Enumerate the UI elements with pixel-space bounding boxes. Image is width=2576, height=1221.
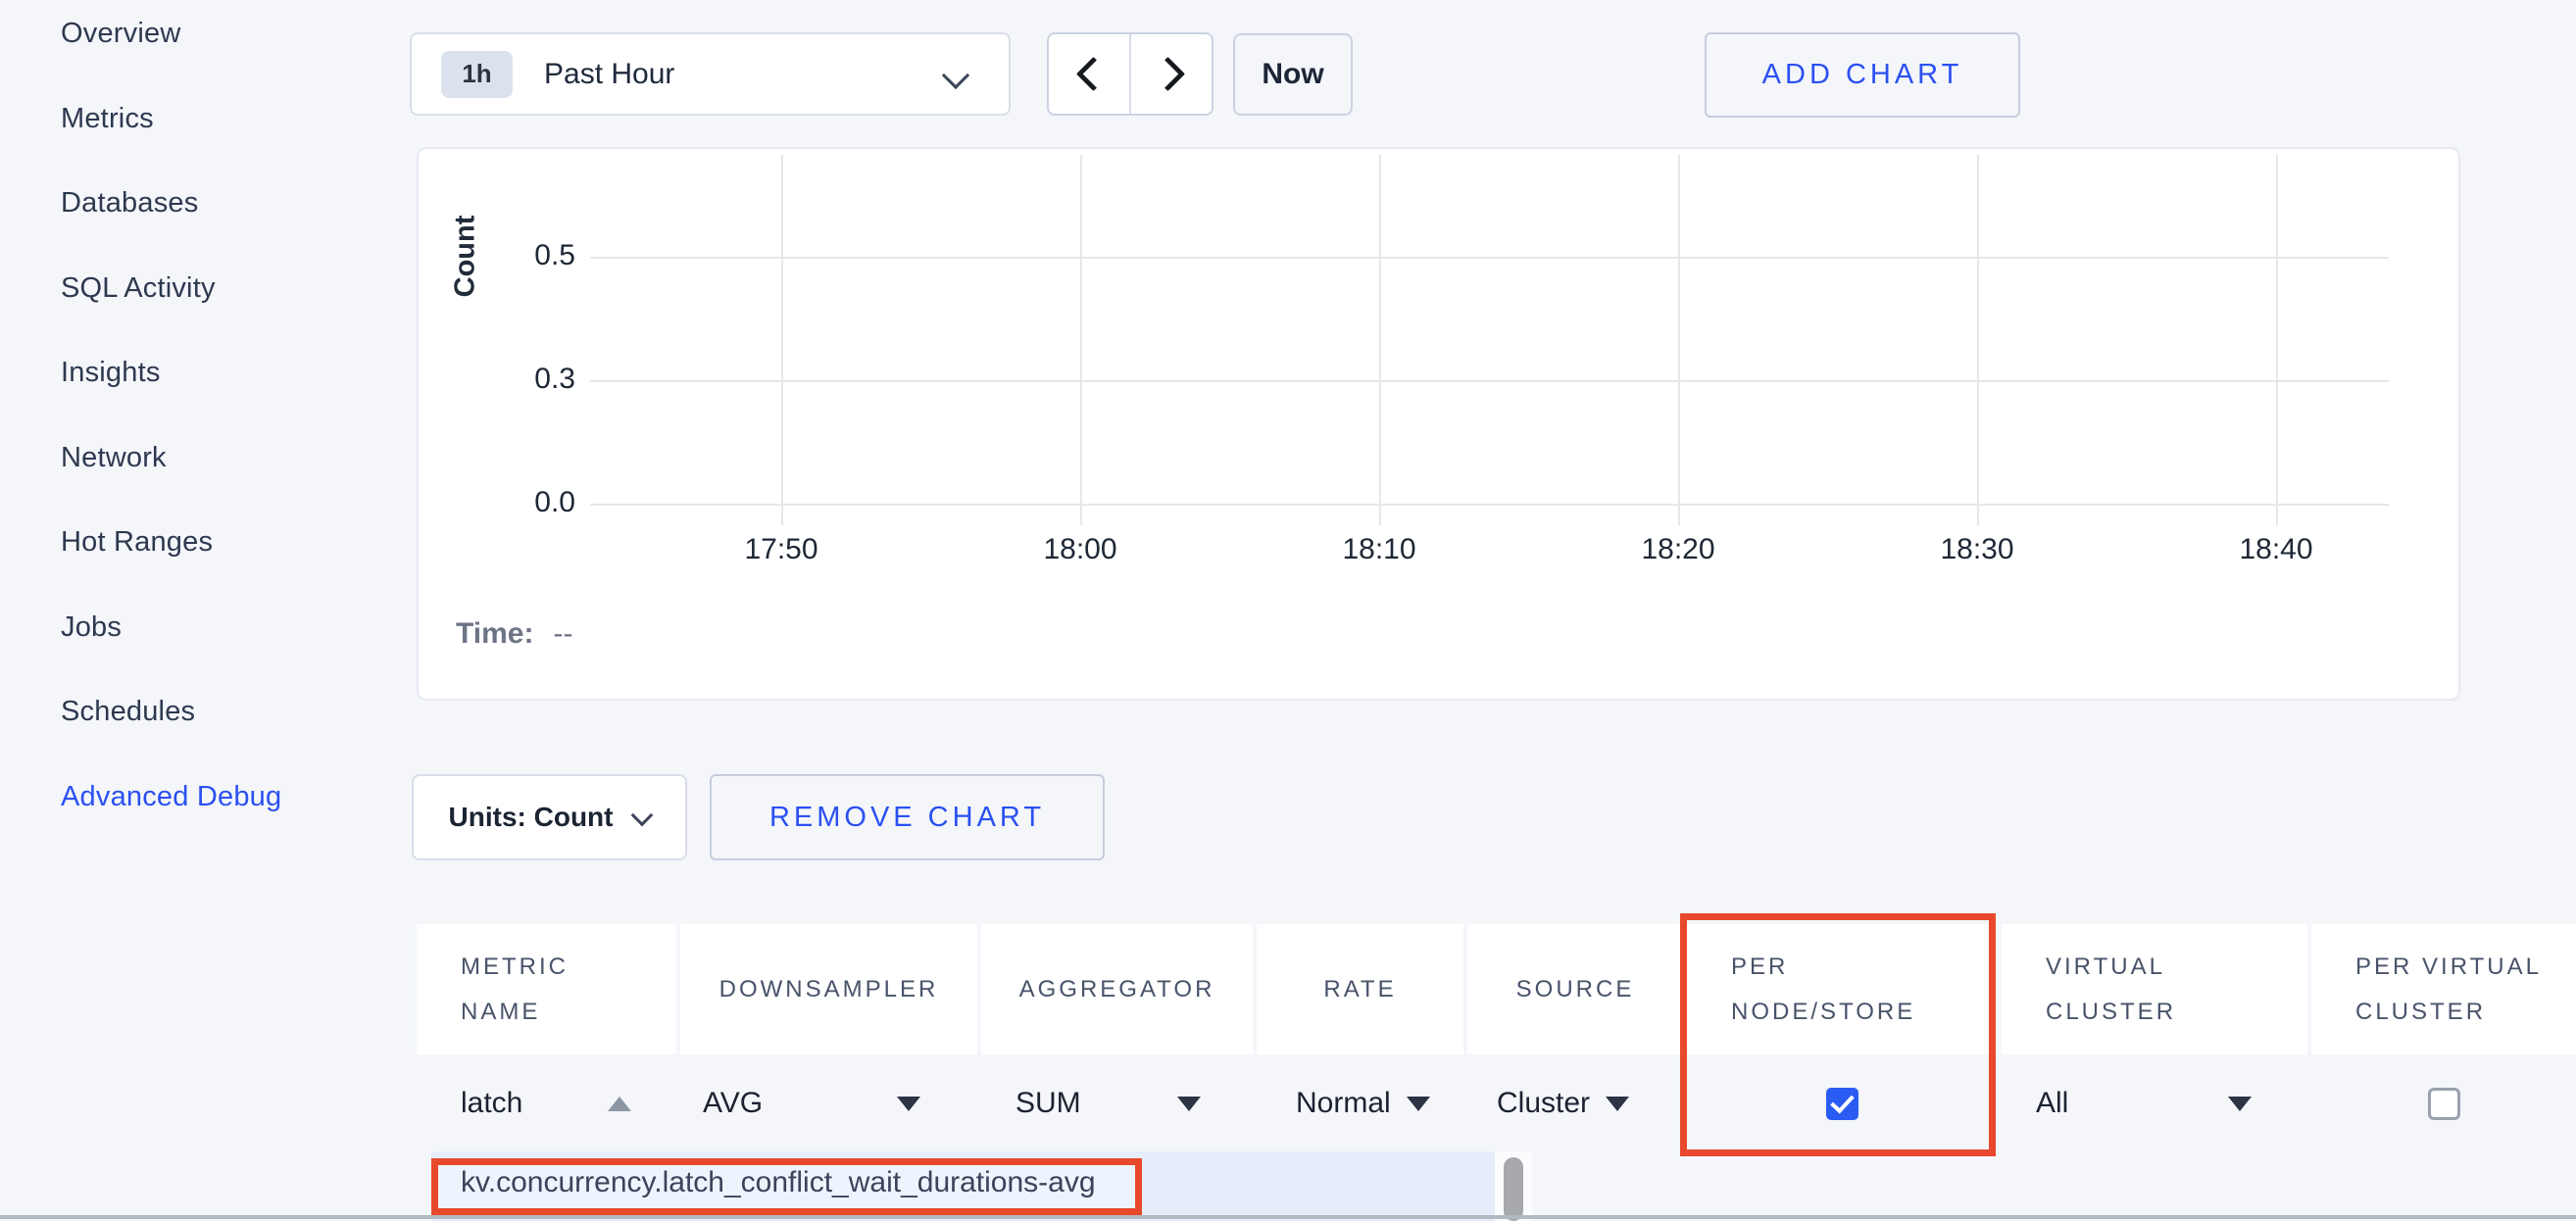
column-header-per-virtual-cluster: PER VIRTUAL CLUSTER bbox=[2311, 924, 2576, 1054]
y-tick: 0.3 bbox=[477, 363, 575, 396]
dropdown-scrollbar-track[interactable] bbox=[1495, 1151, 1532, 1221]
column-header-source: SOURCE bbox=[1467, 924, 1683, 1054]
time-label: Time: bbox=[456, 617, 533, 651]
rate-value: Normal bbox=[1296, 1087, 1391, 1120]
gridline bbox=[1977, 155, 1979, 525]
sidebar-item-databases[interactable]: Databases bbox=[61, 187, 198, 220]
metric-name-cell bbox=[417, 1054, 676, 1152]
sidebar-item-overview[interactable]: Overview bbox=[61, 18, 180, 50]
gridline bbox=[2276, 155, 2278, 525]
aggregator-select[interactable]: SUM bbox=[981, 1054, 1253, 1152]
dropdown-scrollbar-thumb[interactable] bbox=[1504, 1157, 1523, 1221]
triangle-down-icon bbox=[1177, 1097, 1201, 1111]
virtual-cluster-select[interactable]: All bbox=[2002, 1054, 2307, 1152]
prev-time-window-button[interactable] bbox=[1049, 34, 1131, 114]
gridline bbox=[1379, 155, 1381, 525]
metric-name-input[interactable] bbox=[461, 1087, 608, 1120]
triangle-down-icon bbox=[1407, 1097, 1430, 1111]
remove-chart-button[interactable]: REMOVE CHART bbox=[710, 774, 1105, 860]
x-tick: 18:40 bbox=[2207, 533, 2345, 566]
metric-suggestion-item[interactable]: kv.concurrency.latch_conflict_wait_durat… bbox=[461, 1166, 1096, 1199]
time-value: -- bbox=[553, 617, 572, 651]
aggregator-value: SUM bbox=[1016, 1087, 1081, 1120]
y-tick: 0.5 bbox=[477, 239, 575, 272]
time-range-selector[interactable]: 1h Past Hour bbox=[410, 32, 1011, 116]
hover-time-readout: Time: -- bbox=[456, 617, 572, 651]
x-tick: 18:30 bbox=[1908, 533, 2046, 566]
sidebar-item-insights[interactable]: Insights bbox=[61, 357, 161, 389]
column-header-metric-name: METRIC NAME bbox=[417, 924, 676, 1054]
sidebar-item-jobs[interactable]: Jobs bbox=[61, 611, 122, 644]
gridline bbox=[590, 380, 2389, 382]
next-time-window-button[interactable] bbox=[1131, 34, 1212, 114]
time-window-arrows bbox=[1047, 32, 1214, 116]
now-button[interactable]: Now bbox=[1233, 33, 1353, 116]
sidebar-item-advanced-debug[interactable]: Advanced Debug bbox=[61, 781, 281, 813]
downsampler-select[interactable]: AVG bbox=[680, 1054, 977, 1152]
sidebar-item-metrics[interactable]: Metrics bbox=[61, 103, 154, 135]
sidebar-item-schedules[interactable]: Schedules bbox=[61, 696, 195, 728]
x-tick: 18:10 bbox=[1311, 533, 1448, 566]
column-header-downsampler: DOWNSAMPLER bbox=[680, 924, 977, 1054]
sidebar-item-network[interactable]: Network bbox=[61, 442, 167, 474]
custom-chart-debug-page: Overview Metrics Databases SQL Activity … bbox=[0, 0, 2576, 1221]
chart-card: Count 0.5 0.3 0.0 17:50 18:00 18:10 18:2… bbox=[417, 147, 2460, 701]
x-tick: 18:00 bbox=[1012, 533, 1149, 566]
x-tick: 17:50 bbox=[713, 533, 850, 566]
column-header-virtual-cluster: VIRTUAL CLUSTER bbox=[2002, 924, 2307, 1054]
window-bottom-edge bbox=[0, 1215, 2576, 1219]
chevron-down-icon bbox=[942, 62, 969, 89]
sidebar-item-sql-activity[interactable]: SQL Activity bbox=[61, 272, 216, 305]
units-select[interactable]: Units: Count bbox=[412, 774, 687, 860]
units-select-label: Units: Count bbox=[449, 802, 614, 833]
triangle-down-icon bbox=[897, 1097, 920, 1111]
downsampler-value: AVG bbox=[703, 1087, 763, 1120]
gridline bbox=[781, 155, 783, 525]
add-chart-button[interactable]: ADD CHART bbox=[1705, 32, 2020, 118]
triangle-down-icon bbox=[1606, 1097, 1629, 1111]
gridline bbox=[1678, 155, 1680, 525]
time-range-badge: 1h bbox=[441, 51, 513, 98]
chevron-left-icon bbox=[1075, 57, 1110, 91]
y-tick: 0.0 bbox=[477, 486, 575, 519]
per-node-store-checkbox[interactable] bbox=[1826, 1088, 1858, 1120]
per-virtual-cluster-checkbox[interactable] bbox=[2428, 1088, 2460, 1120]
x-tick: 18:20 bbox=[1610, 533, 1747, 566]
per-virtual-cluster-cell bbox=[2311, 1054, 2576, 1152]
column-header-per-node-store: PER NODE/STORE bbox=[1687, 924, 1998, 1054]
sidebar-item-hot-ranges[interactable]: Hot Ranges bbox=[61, 526, 213, 559]
column-header-aggregator: AGGREGATOR bbox=[981, 924, 1253, 1054]
rate-select[interactable]: Normal bbox=[1257, 1054, 1463, 1152]
time-range-label: Past Hour bbox=[544, 58, 674, 91]
gridline bbox=[590, 504, 2389, 506]
per-node-store-cell bbox=[1687, 1054, 1998, 1152]
virtual-cluster-value: All bbox=[2036, 1087, 2068, 1120]
triangle-down-icon bbox=[2228, 1097, 2252, 1111]
gridline bbox=[1080, 155, 1082, 525]
source-value: Cluster bbox=[1497, 1087, 1590, 1120]
chevron-right-icon bbox=[1150, 57, 1184, 91]
chevron-down-icon bbox=[631, 805, 654, 827]
source-select[interactable]: Cluster bbox=[1467, 1054, 1683, 1152]
column-header-rate: RATE bbox=[1257, 924, 1463, 1054]
triangle-up-icon[interactable] bbox=[608, 1097, 631, 1111]
gridline bbox=[590, 257, 2389, 259]
